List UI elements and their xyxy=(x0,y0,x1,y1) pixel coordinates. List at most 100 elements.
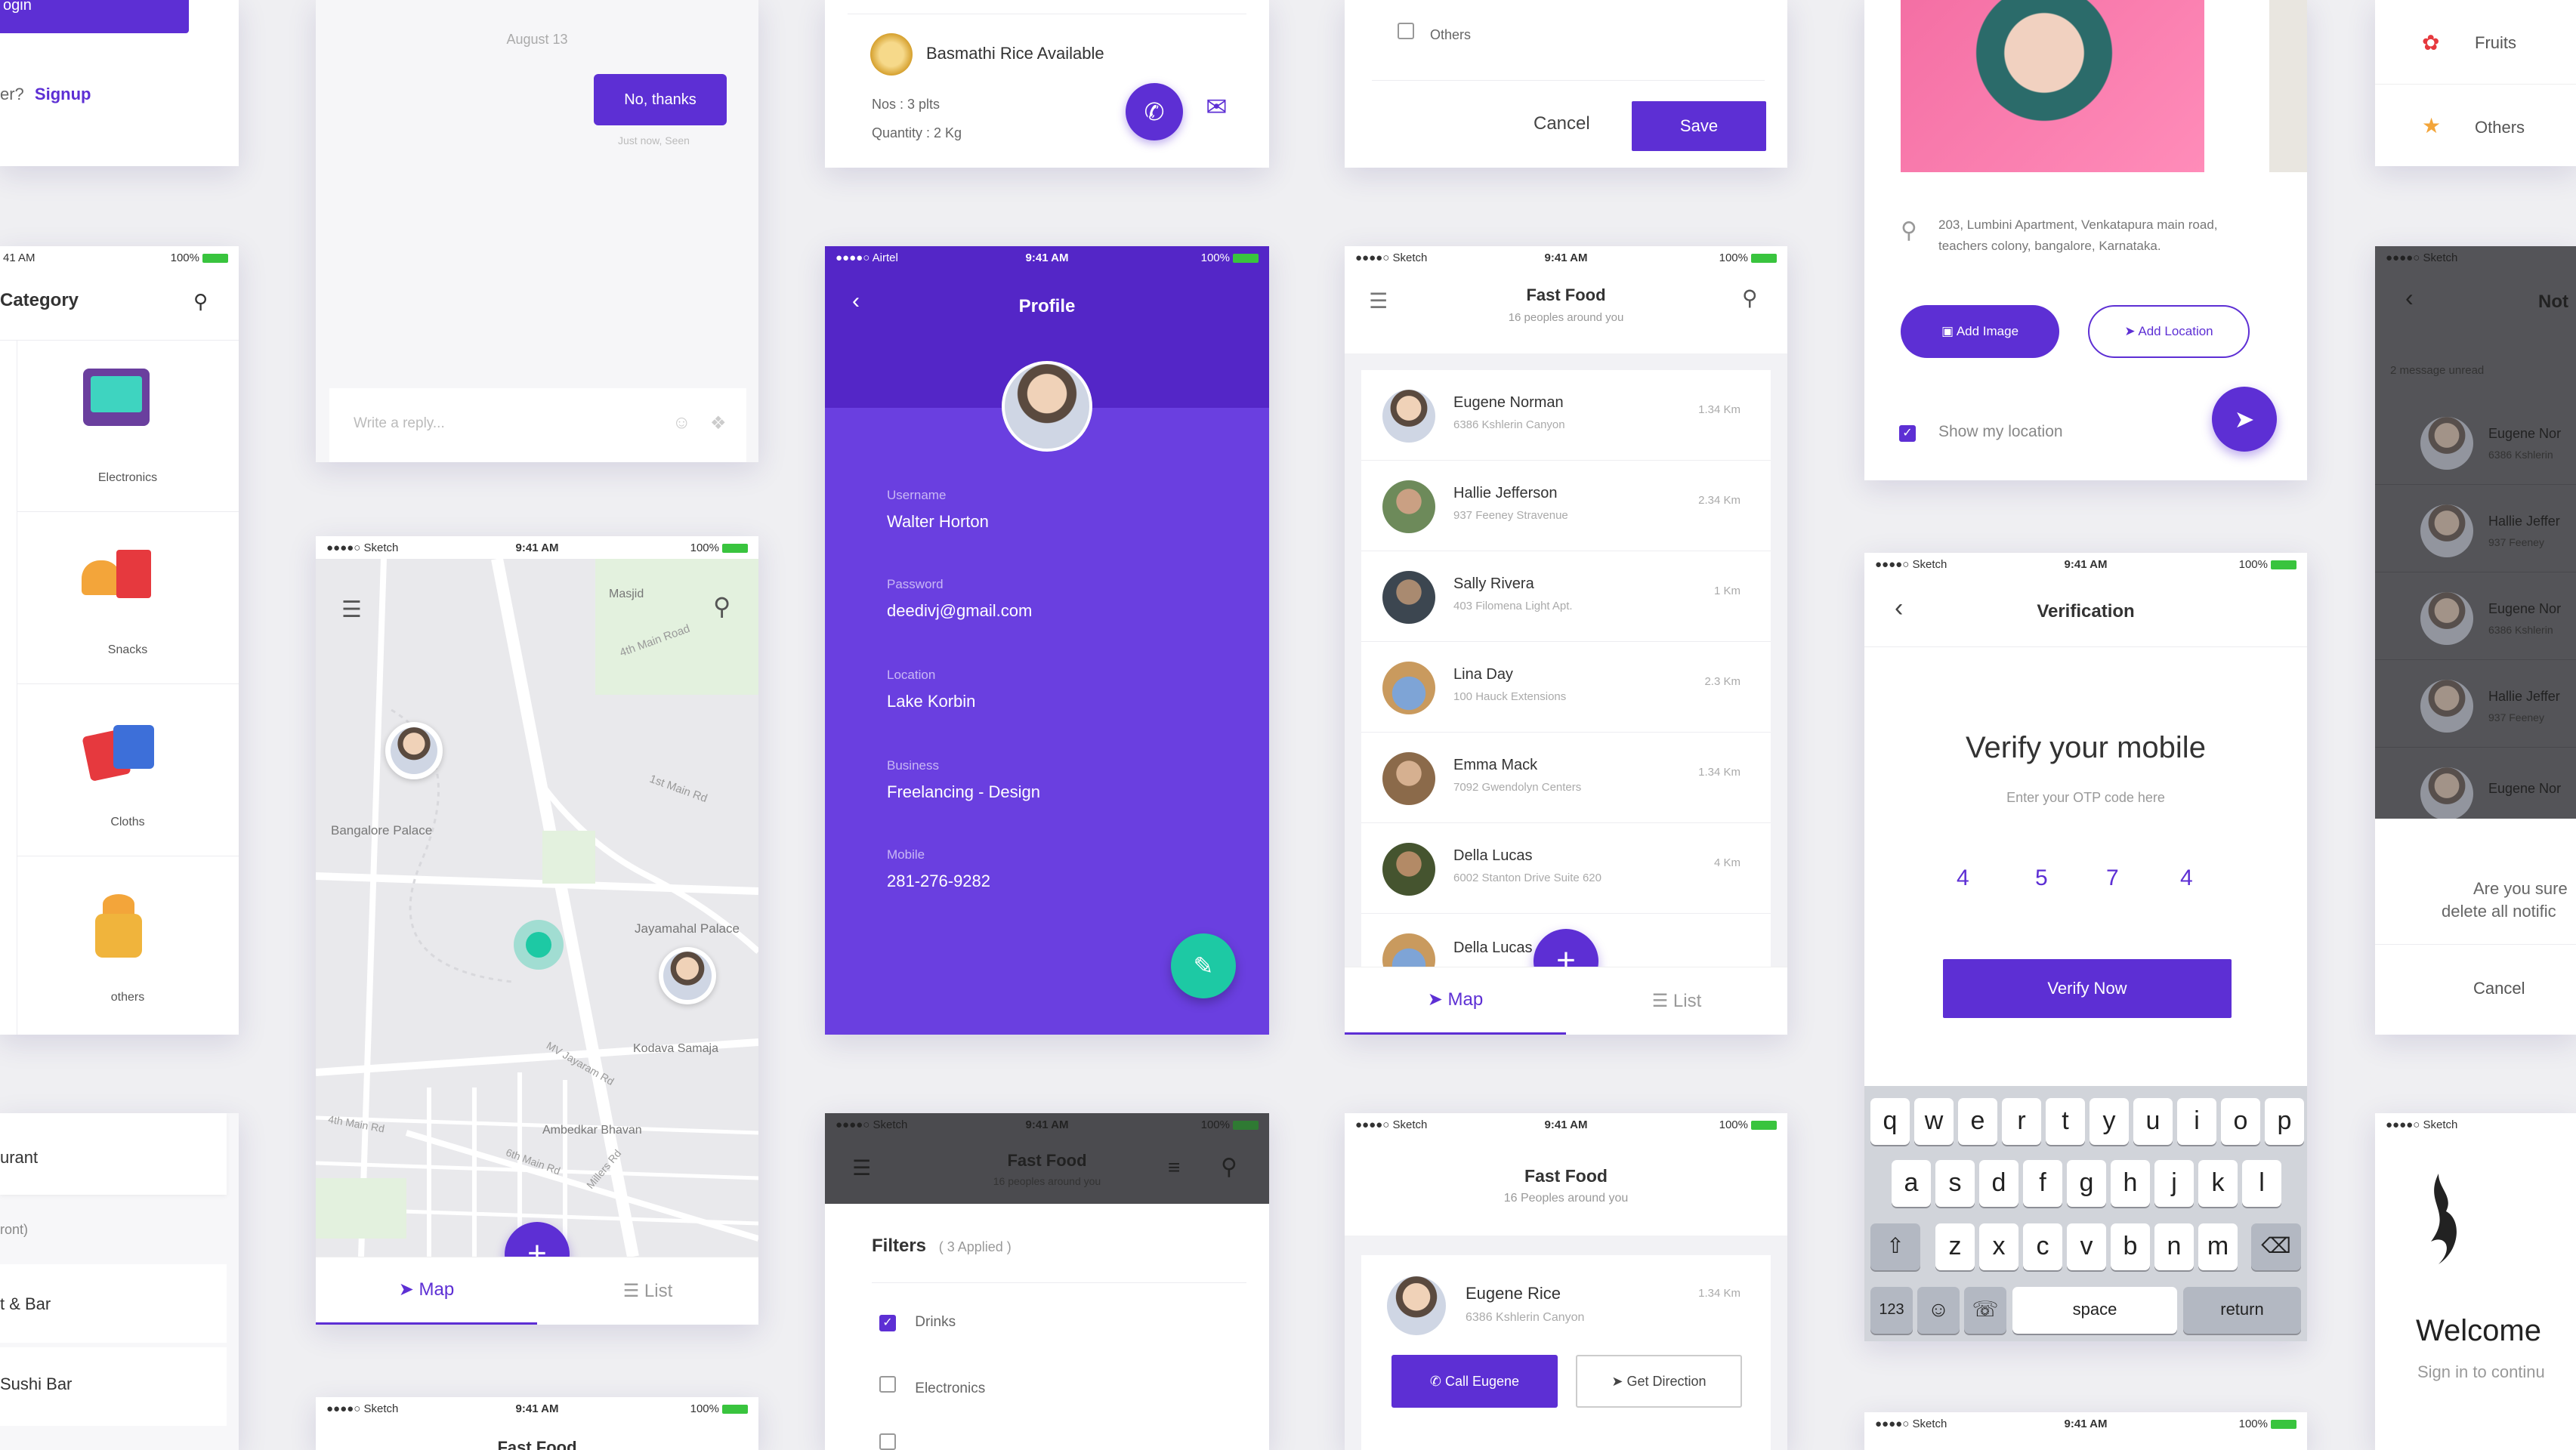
tab-map[interactable]: ➤ Map xyxy=(1345,967,1566,1035)
checkbox-unchecked[interactable] xyxy=(879,1433,896,1450)
send-fab[interactable]: ➤ xyxy=(2212,387,2277,452)
save-button[interactable]: Save xyxy=(1632,101,1766,151)
shift-key[interactable]: ⇧ xyxy=(1870,1223,1920,1270)
tab-map[interactable]: ➤ Map xyxy=(316,1257,537,1325)
key[interactable]: o xyxy=(2221,1098,2260,1145)
photo-thumbnail[interactable] xyxy=(1901,0,2204,172)
key[interactable]: g xyxy=(2067,1160,2106,1207)
search-icon[interactable]: ⚲ xyxy=(193,290,208,313)
key[interactable]: y xyxy=(2090,1098,2129,1145)
user-location-pin[interactable] xyxy=(659,947,716,1004)
otp-digit[interactable]: 5 xyxy=(2035,865,2048,891)
key[interactable]: t xyxy=(2046,1098,2085,1145)
category-item-electronics[interactable]: Electronics xyxy=(17,340,239,512)
otp-digit[interactable]: 4 xyxy=(2180,865,2193,891)
list-item[interactable]: urant xyxy=(0,1148,38,1168)
list-item[interactable]: Sushi Bar xyxy=(0,1374,72,1394)
signup-link[interactable]: Signup xyxy=(35,85,91,103)
search-icon[interactable]: ⚲ xyxy=(1742,285,1758,310)
key[interactable]: u xyxy=(2133,1098,2173,1145)
key[interactable]: s xyxy=(1935,1160,1975,1207)
message-icon[interactable]: ✉ xyxy=(1206,92,1228,122)
key[interactable]: r xyxy=(2002,1098,2041,1145)
cancel-button[interactable]: Cancel xyxy=(2473,979,2525,998)
key[interactable]: d xyxy=(1979,1160,2018,1207)
verify-now-button[interactable]: Verify Now xyxy=(1943,959,2232,1018)
key[interactable]: n xyxy=(2154,1223,2194,1270)
tab-list[interactable]: ☰ List xyxy=(1566,967,1787,1035)
list-item[interactable]: Eugene Nor xyxy=(2375,748,2576,820)
user-location-pin[interactable] xyxy=(385,722,443,779)
call-button[interactable]: ✆ xyxy=(1126,83,1183,140)
key[interactable]: x xyxy=(1979,1223,2018,1270)
category-item-snacks[interactable]: Snacks xyxy=(17,512,239,684)
key[interactable]: z xyxy=(1935,1223,1975,1270)
key[interactable]: v xyxy=(2067,1223,2106,1270)
key[interactable]: p xyxy=(2265,1098,2304,1145)
list-item[interactable]: Lina Day 100 Hauck Extensions 2.3 Km xyxy=(1361,642,1771,733)
add-location-button[interactable]: ➤ Add Location xyxy=(2088,305,2250,358)
attachment-icon[interactable]: ❖ xyxy=(710,412,727,434)
reply-box[interactable]: Write a reply... ☺ ❖ xyxy=(329,388,746,462)
tab-list[interactable]: ☰ List xyxy=(537,1257,758,1325)
filter-option-drinks[interactable]: ✓ Drinks xyxy=(879,1314,956,1331)
key[interactable]: k xyxy=(2198,1160,2238,1207)
checkbox-unchecked[interactable] xyxy=(879,1376,896,1393)
list-item[interactable]: Eugene Nor 6386 Kshlerin xyxy=(2375,397,2576,485)
checkbox-checked[interactable]: ✓ xyxy=(1899,425,1916,442)
microphone-key[interactable]: ☏ xyxy=(1964,1287,2006,1334)
list-item[interactable]: Eugene Nor 6386 Kshlerin xyxy=(2375,572,2576,660)
key[interactable]: c xyxy=(2023,1223,2062,1270)
filter-option-next[interactable] xyxy=(879,1433,896,1450)
key[interactable]: h xyxy=(2111,1160,2150,1207)
category-item-cloths[interactable]: Cloths xyxy=(17,684,239,856)
show-location-toggle[interactable]: ✓ Show my location xyxy=(1899,423,2063,442)
category-item-others[interactable]: others xyxy=(17,856,239,1035)
photo-thumbnail-next[interactable] xyxy=(2269,0,2307,172)
return-key[interactable]: return xyxy=(2183,1287,2301,1334)
list-item[interactable]: Hallie Jeffer 937 Feeney xyxy=(2375,485,2576,572)
option-others[interactable]: Others xyxy=(1398,23,1471,43)
checkbox-unchecked[interactable] xyxy=(1398,23,1414,39)
login-button[interactable]: ogin xyxy=(0,0,189,33)
key[interactable]: j xyxy=(2154,1160,2194,1207)
list-item[interactable]: ★ Others xyxy=(2375,85,2576,166)
map-canvas[interactable]: ☰ ⚲ Masjid 4th Main Road 1st Main Rd Ban… xyxy=(316,559,758,1257)
list-item[interactable]: Hallie Jeffer 937 Feeney xyxy=(2375,660,2576,748)
emoji-icon[interactable]: ☺ xyxy=(672,412,691,433)
key[interactable]: b xyxy=(2111,1223,2150,1270)
space-key[interactable]: space xyxy=(2012,1287,2177,1334)
back-icon[interactable]: ‹ xyxy=(2405,284,2414,312)
list-item[interactable]: Della Lucas 6002 Stanton Drive Suite 620… xyxy=(1361,823,1771,914)
otp-digit[interactable]: 7 xyxy=(2106,865,2119,891)
otp-digit[interactable]: 4 xyxy=(1957,865,1969,891)
avatar[interactable] xyxy=(1002,361,1092,452)
backspace-key[interactable]: ⌫ xyxy=(2251,1223,2301,1270)
list-item[interactable]: Emma Mack 7092 Gwendolyn Centers 1.34 Km xyxy=(1361,733,1771,823)
menu-icon[interactable]: ☰ xyxy=(341,597,362,623)
key[interactable]: f xyxy=(2023,1160,2062,1207)
key[interactable]: i xyxy=(2177,1098,2216,1145)
key[interactable]: e xyxy=(1958,1098,1997,1145)
numbers-key[interactable]: 123 xyxy=(1870,1287,1913,1334)
list-item[interactable]: Hallie Jefferson 937 Feeney Stravenue 2.… xyxy=(1361,461,1771,551)
key[interactable]: q xyxy=(1870,1098,1910,1145)
filter-option-electronics[interactable]: Electronics xyxy=(879,1376,985,1397)
list-item[interactable]: Sally Rivera 403 Filomena Light Apt. 1 K… xyxy=(1361,551,1771,642)
search-icon[interactable]: ⚲ xyxy=(713,592,730,621)
key[interactable]: a xyxy=(1892,1160,1931,1207)
list-item[interactable]: t & Bar xyxy=(0,1294,51,1314)
key[interactable]: w xyxy=(1914,1098,1954,1145)
key[interactable]: m xyxy=(2198,1223,2238,1270)
checkbox-checked[interactable]: ✓ xyxy=(879,1315,896,1331)
list-item[interactable]: ✿ Fruits xyxy=(2375,0,2576,85)
emoji-key[interactable]: ☺ xyxy=(1917,1287,1960,1334)
get-direction-button[interactable]: ➤ Get Direction xyxy=(1576,1355,1742,1408)
edit-fab[interactable]: ✎ xyxy=(1171,933,1236,998)
list-item[interactable]: Eugene Norman 6386 Kshlerin Canyon 1.34 … xyxy=(1361,370,1771,461)
call-button[interactable]: ✆ Call Eugene xyxy=(1391,1355,1558,1408)
search-icon[interactable]: ⚲ xyxy=(1221,1154,1237,1180)
cancel-button[interactable]: Cancel xyxy=(1534,113,1590,134)
filter-icon[interactable]: ≡ xyxy=(1168,1155,1180,1180)
reply-input[interactable]: Write a reply... xyxy=(354,415,445,432)
